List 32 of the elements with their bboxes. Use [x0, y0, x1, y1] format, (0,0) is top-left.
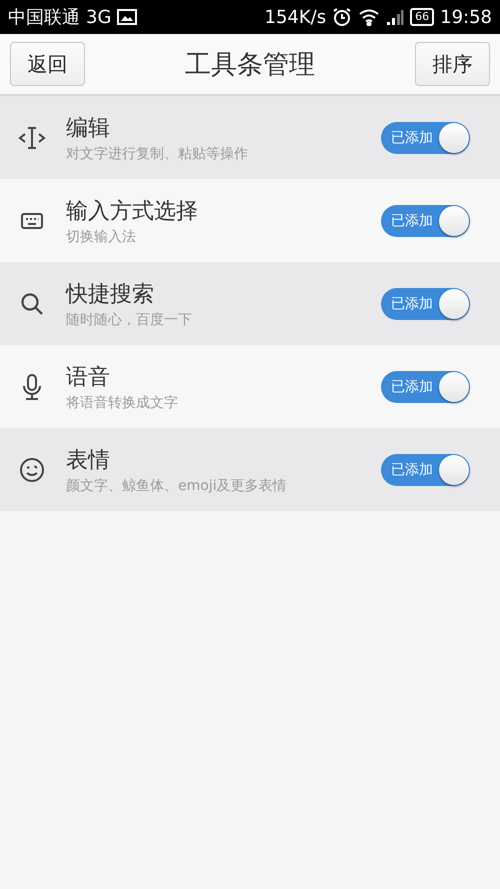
tool-description: 将语音转换成文字 [66, 394, 179, 412]
tool-description: 随时随心，百度一下 [66, 310, 193, 328]
smiley-icon [19, 456, 45, 482]
text-cursor-icon [18, 124, 46, 150]
tool-name: 快捷搜索 [66, 280, 155, 308]
page-title: 工具条管理 [184, 48, 316, 82]
tool-name: 表情 [66, 446, 111, 474]
image-icon [117, 9, 138, 25]
keyboard-icon [20, 210, 44, 230]
tool-description: 颜文字、鲸鱼体、emoji及更多表情 [66, 476, 288, 494]
search-icon [19, 290, 45, 316]
clock-time: 19:58 [440, 6, 492, 28]
toggle-switch[interactable]: 已添加 [381, 288, 470, 320]
wifi-icon [358, 8, 380, 26]
network-speed: 154K/s [264, 6, 326, 28]
tool-name: 输入方式选择 [66, 198, 199, 226]
tool-name: 语音 [66, 364, 111, 392]
network-type: 3G [86, 6, 112, 28]
battery-icon: 66 [410, 8, 434, 26]
tool-description: 切换输入法 [66, 228, 137, 246]
microphone-icon [21, 372, 43, 400]
toggle-switch[interactable]: 已添加 [381, 122, 470, 154]
toggle-switch[interactable]: 已添加 [381, 204, 470, 236]
toggle-switch[interactable]: 已添加 [381, 370, 470, 402]
tool-description: 对文字进行复制、粘贴等操作 [66, 144, 249, 162]
toggle-switch[interactable]: 已添加 [381, 454, 470, 486]
carrier-name: 中国联通 [8, 6, 80, 29]
sort-button[interactable]: 排序 [415, 42, 490, 86]
alarm-clock-icon [332, 7, 352, 27]
signal-icon [386, 8, 404, 26]
back-button[interactable]: 返回 [10, 42, 85, 86]
tool-name: 编辑 [66, 114, 111, 142]
